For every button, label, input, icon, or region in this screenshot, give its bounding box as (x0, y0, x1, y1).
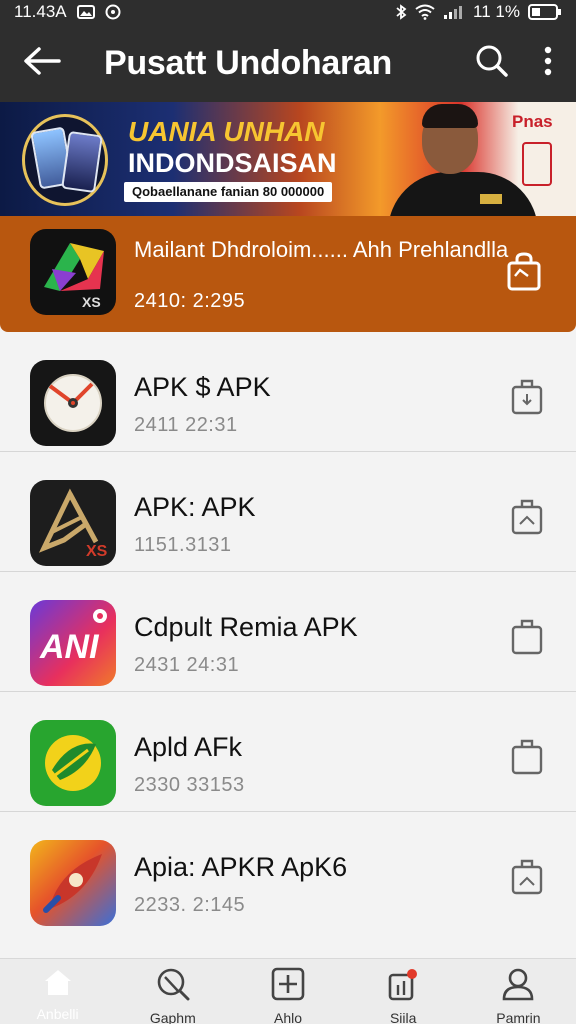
ani-gradient-icon: ANI (30, 600, 116, 686)
item-title: APK: APK (134, 492, 256, 522)
list-item[interactable]: APK $ APK 2411 22:31 (0, 332, 576, 452)
item-date: 2411 22:31 (134, 414, 238, 436)
list-item[interactable]: XS APK: APK 1151.3131 (0, 452, 576, 572)
wifi-icon (415, 4, 435, 20)
status-time: 11.43A (14, 2, 67, 21)
download-button[interactable] (510, 498, 544, 541)
item-date: 2233. 2:145 (134, 894, 246, 916)
item-title: Apld AFk (134, 732, 243, 762)
chat-notification-icon (105, 4, 121, 20)
item-title: APK $ APK (134, 372, 271, 402)
nav-search[interactable]: Gaphm (115, 959, 230, 1024)
svg-text:XS: XS (82, 294, 101, 310)
nav-label: Anbelli (36, 1006, 79, 1022)
download-bag-icon (510, 739, 544, 780)
download-bag-icon (510, 379, 544, 420)
notification-icon (386, 967, 420, 1006)
featured-date: 2410: 2:295 (134, 290, 246, 312)
list-item[interactable]: ANI Cdpult Remia APK 2431 24:31 (0, 572, 576, 692)
nav-label: Ahlo (273, 1010, 303, 1024)
nav-label: Pamrin (496, 1010, 541, 1024)
bluetooth-icon (395, 4, 407, 20)
download-button[interactable] (510, 738, 544, 781)
featured-title: Mailant Dhdroloim...... Ahh Prehlandlla (134, 237, 509, 262)
battery-icon (528, 4, 562, 20)
svg-text:ANI: ANI (39, 628, 100, 666)
green-leaf-icon (30, 720, 116, 806)
shopping-bag-icon (506, 252, 542, 296)
promo-banner[interactable]: UANIA UNHAN INDONDSAISAN Qobaellanane fa… (0, 102, 576, 216)
download-bag-icon (510, 859, 544, 900)
download-button[interactable] (510, 378, 544, 421)
nav-notifications[interactable]: Siila (346, 959, 461, 1024)
svg-text:XS: XS (86, 543, 108, 560)
battery-percent: 11 1% (473, 2, 520, 21)
bottom-navigation: Anbelli Gaphm Ahlo Siila Pamrin (0, 958, 576, 1024)
seal-icon (522, 142, 552, 186)
item-date: 2431 24:31 (134, 654, 240, 676)
search-icon (156, 967, 190, 1006)
item-title: Cdpult Remia APK (134, 612, 358, 642)
search-icon (475, 44, 509, 83)
more-vertical-icon (543, 45, 553, 82)
phone-illustration (22, 114, 108, 206)
nav-label: Gaphm (149, 1010, 196, 1024)
app-bar: Pusatt Undoharan (0, 24, 576, 102)
download-button[interactable] (510, 858, 544, 901)
download-button[interactable] (506, 252, 542, 297)
search-button[interactable] (464, 24, 520, 102)
page-title: Pusatt Undoharan (104, 43, 393, 82)
nav-profile[interactable]: Pamrin (461, 959, 576, 1024)
item-date: 1151.3131 (134, 534, 232, 556)
featured-download-item[interactable]: XS Mailant Dhdroloim...... Ahh Prehlandl… (0, 216, 576, 332)
plus-square-icon (271, 967, 305, 1006)
back-button[interactable] (0, 24, 84, 102)
list-item[interactable]: Apia: APKR ApK6 2233. 2:145 (0, 812, 576, 932)
image-notification-icon (76, 5, 95, 19)
list-item[interactable]: Apld AFk 2330 33153 (0, 692, 576, 812)
status-bar: 11.43A 11 1% (0, 0, 576, 24)
nav-label: Siila (389, 1010, 417, 1024)
back-arrow-icon (23, 46, 61, 81)
download-button[interactable] (510, 618, 544, 661)
download-list: APK $ APK 2411 22:31 XS APK: APK 1151.31… (0, 332, 576, 932)
banner-subtitle: INDONDSAISAN (128, 148, 337, 178)
item-date: 2330 33153 (134, 774, 245, 796)
banner-brand: Pnas (512, 112, 553, 131)
profile-icon (501, 967, 535, 1006)
nav-add[interactable]: Ahlo (230, 959, 345, 1024)
compass-clock-icon (30, 360, 116, 446)
download-bag-icon (510, 619, 544, 660)
xs-colorful-logo-icon: XS (30, 229, 116, 315)
home-icon (42, 967, 74, 1002)
signal-icon (443, 4, 465, 20)
download-bag-icon (510, 499, 544, 540)
banner-title: UANIA UNHAN (128, 116, 325, 147)
nav-home[interactable]: Anbelli (0, 959, 115, 1024)
banner-caption: Qobaellanane fanian 80 000000 (124, 182, 333, 202)
more-options-button[interactable] (520, 24, 576, 102)
gold-a-xs-icon: XS (30, 480, 116, 566)
rocket-icon (30, 840, 116, 926)
item-title: Apia: APKR ApK6 (134, 852, 348, 882)
